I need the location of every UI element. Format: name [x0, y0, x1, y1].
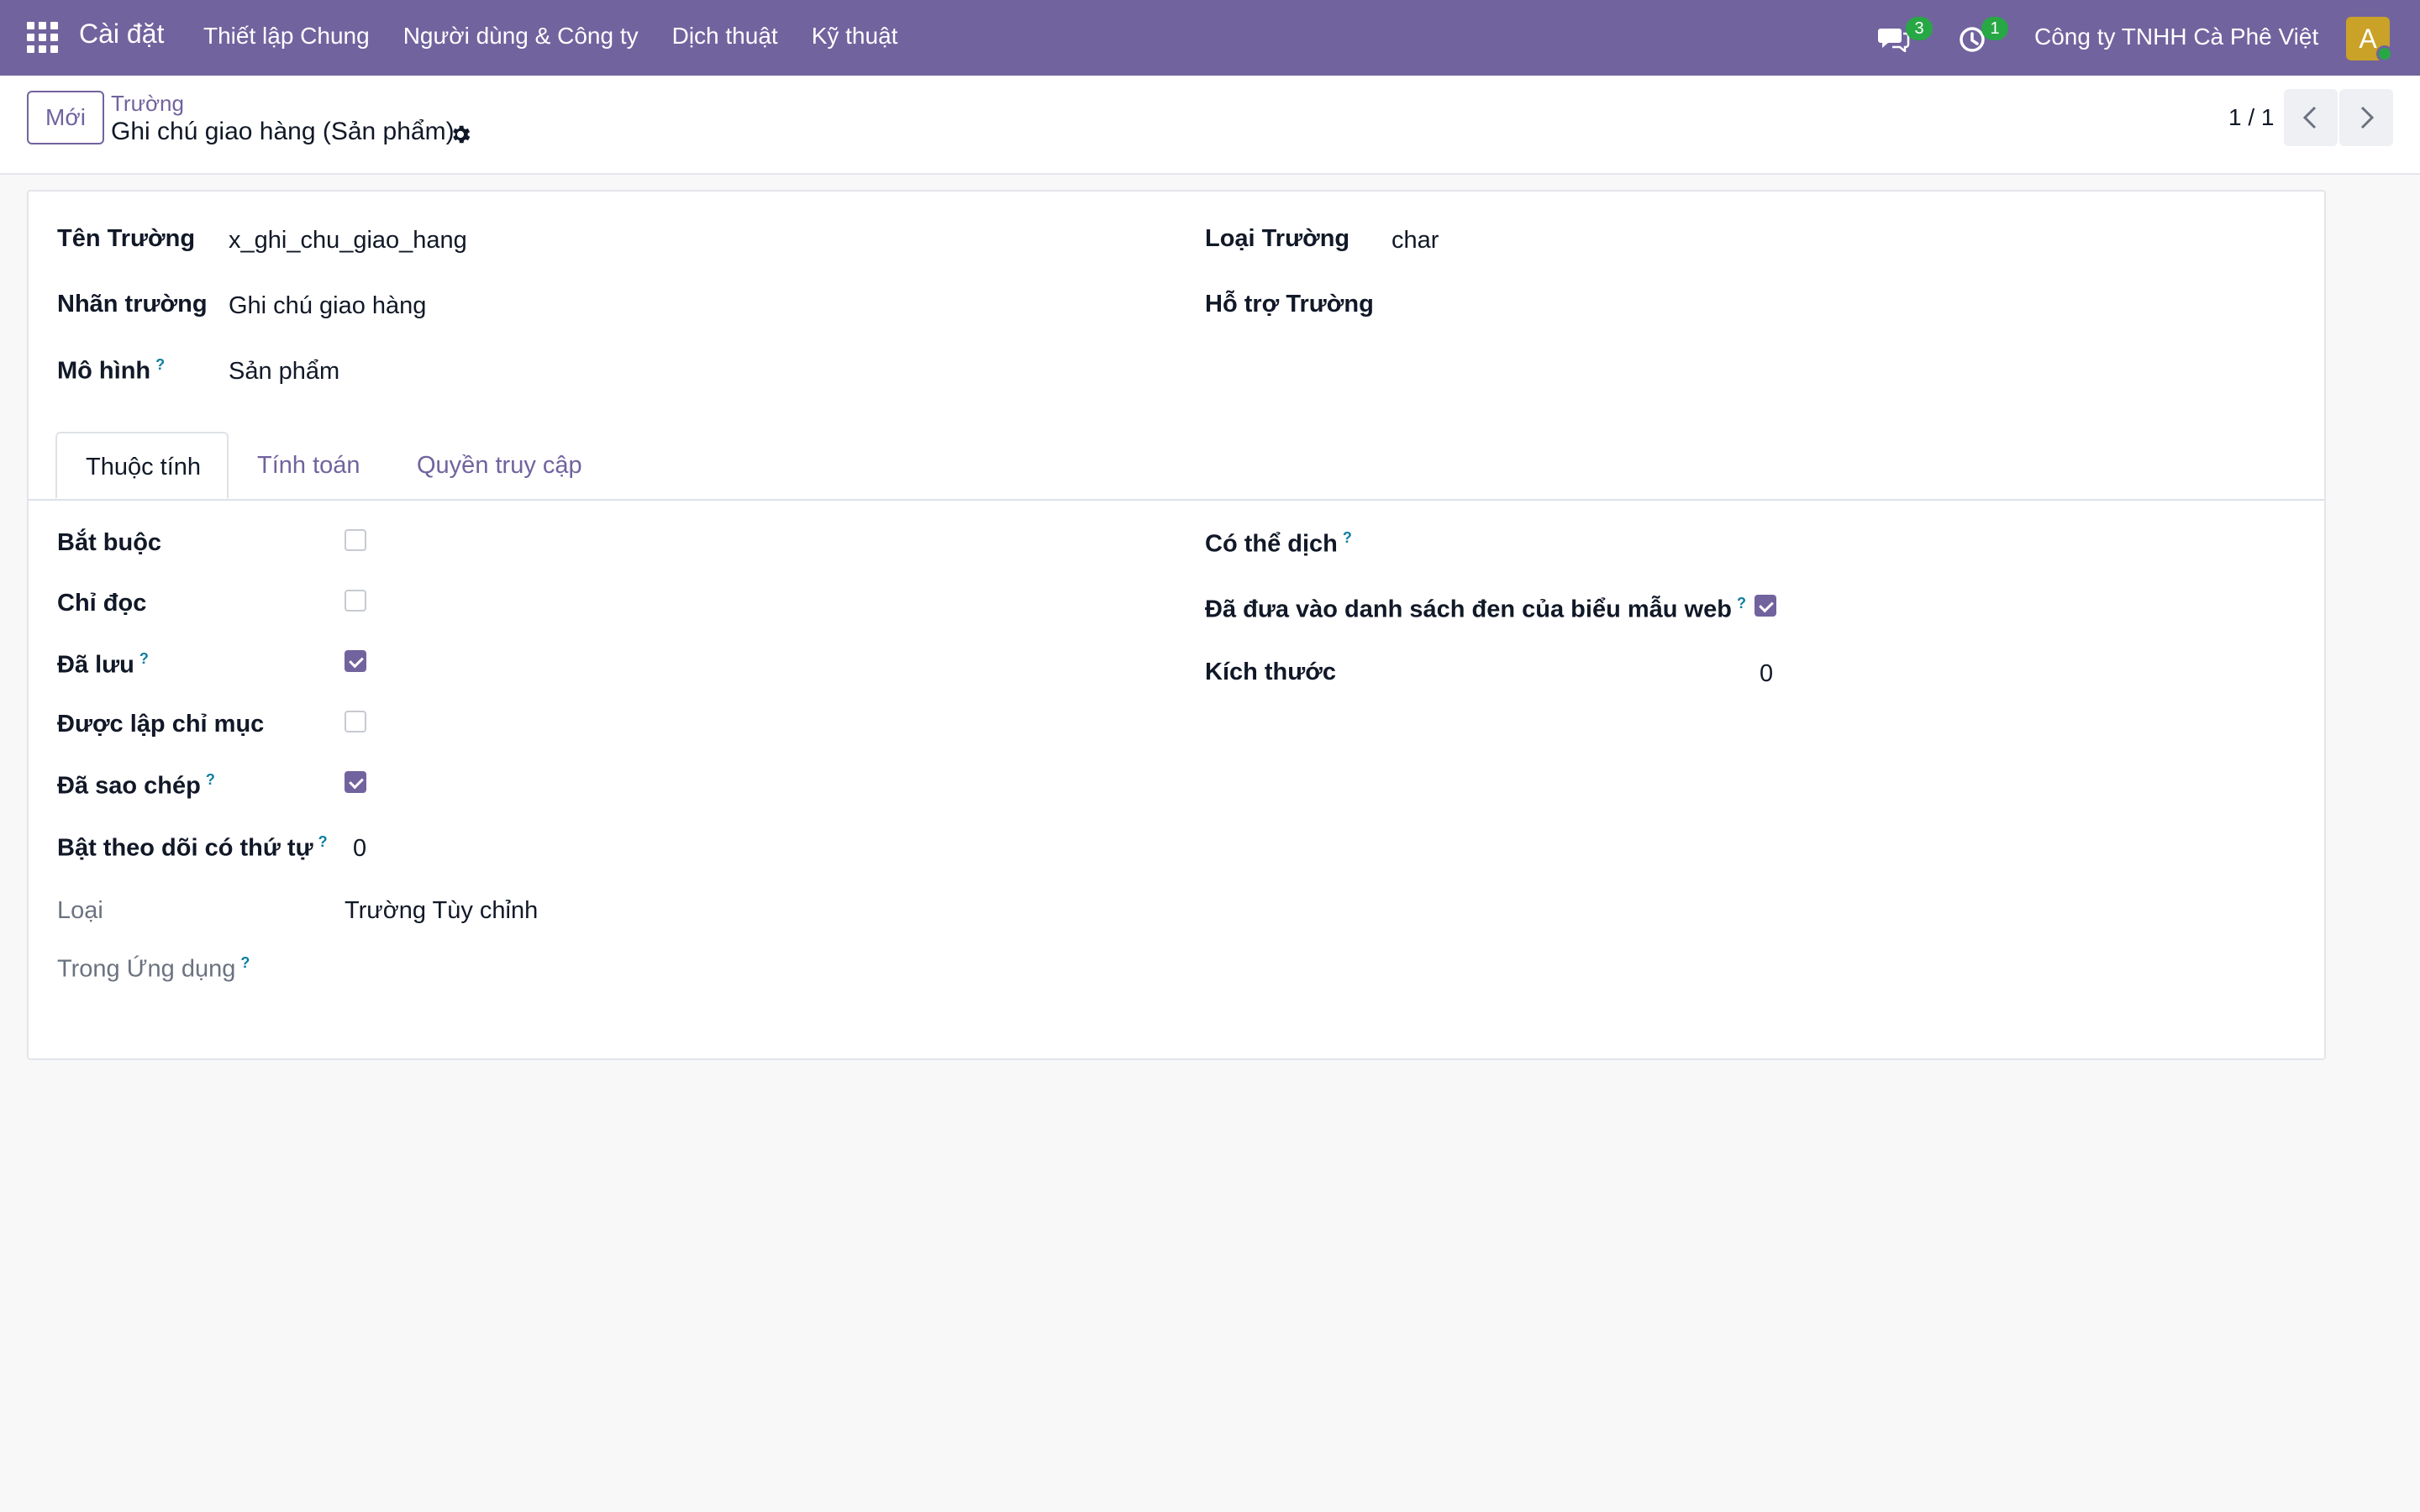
- blacklist-label: Đã đưa vào danh sách đen của biểu mẫu we…: [1205, 595, 1746, 624]
- translate-help-icon[interactable]: ?: [1343, 529, 1352, 546]
- copied-label-text: Đã sao chép: [57, 772, 201, 800]
- tab-computation[interactable]: Tính toán: [229, 432, 389, 499]
- field-label-label: Nhãn trường: [57, 291, 208, 318]
- field-name-value[interactable]: x_ghi_chu_giao_hang: [229, 227, 467, 255]
- pager-next-button[interactable]: [2339, 89, 2393, 146]
- in-apps-label-text: Trong Ứng dụng: [57, 955, 236, 983]
- field-label-value[interactable]: Ghi chú giao hàng: [229, 292, 426, 320]
- indexed-checkbox[interactable]: [345, 711, 366, 732]
- field-name-label: Tên Trường: [57, 225, 196, 252]
- field-type-label: Loại Trường: [1205, 225, 1350, 252]
- new-button[interactable]: Mới: [27, 91, 104, 144]
- readonly-checkbox[interactable]: [345, 590, 366, 612]
- blacklist-checkbox[interactable]: [1754, 595, 1776, 617]
- activities-count-badge: 1: [1981, 17, 2008, 40]
- required-checkbox[interactable]: [345, 529, 366, 551]
- blacklist-label-text: Đã đưa vào danh sách đen của biểu mẫu we…: [1205, 596, 1732, 623]
- field-help-label: Hỗ trợ Trường: [1205, 291, 1374, 318]
- model-help-icon[interactable]: ?: [155, 356, 165, 373]
- required-label: Bắt buộc: [57, 529, 162, 556]
- translate-label: Có thể dịch?: [1205, 529, 1352, 559]
- tracking-value[interactable]: 0: [353, 835, 366, 863]
- copied-checkbox[interactable]: [345, 771, 366, 793]
- size-value[interactable]: 0: [1760, 660, 1773, 688]
- indexed-label: Được lập chỉ mục: [57, 711, 265, 738]
- chevron-left-icon: [2302, 106, 2317, 129]
- notebook-tabs: Thuộc tính Tính toán Quyền truy cập: [29, 432, 2324, 501]
- tab-properties[interactable]: Thuộc tính: [55, 432, 229, 499]
- menu-technical[interactable]: Kỹ thuật: [812, 23, 898, 50]
- menu-general-settings[interactable]: Thiết lập Chung: [203, 23, 370, 50]
- copied-help-icon[interactable]: ?: [206, 771, 215, 788]
- menu-users-companies[interactable]: Người dùng & Công ty: [403, 23, 639, 50]
- stored-help-icon[interactable]: ?: [139, 650, 149, 667]
- pager-value[interactable]: 1 / 1: [2228, 104, 2274, 131]
- in-apps-label: Trong Ứng dụng?: [57, 954, 250, 984]
- online-status-dot: [2376, 45, 2393, 62]
- gear-icon[interactable]: [449, 123, 472, 146]
- model-label-text: Mô hình: [57, 357, 151, 385]
- copied-label: Đã sao chép?: [57, 771, 215, 801]
- app-title[interactable]: Cài đặt: [79, 18, 164, 50]
- menu-translations[interactable]: Dịch thuật: [672, 23, 778, 50]
- in-apps-help-icon[interactable]: ?: [240, 954, 250, 971]
- blacklist-help-icon[interactable]: ?: [1737, 595, 1746, 612]
- pager-previous-button[interactable]: [2284, 89, 2338, 146]
- messages-count-badge: 3: [1906, 17, 1933, 40]
- main-menu: Thiết lập Chung Người dùng & Công ty Dịc…: [203, 23, 931, 50]
- company-switcher[interactable]: Công ty TNHH Cà Phê Việt: [2034, 24, 2318, 50]
- type-value: Trường Tùy chỉnh: [345, 897, 539, 924]
- model-label: Mô hình?: [57, 356, 165, 386]
- tracking-help-icon[interactable]: ?: [318, 833, 328, 850]
- chevron-right-icon: [2360, 106, 2375, 129]
- stored-label: Đã lưu?: [57, 650, 149, 680]
- tab-access-rights[interactable]: Quyền truy cập: [388, 432, 611, 499]
- breadcrumb-parent[interactable]: Trường: [111, 91, 184, 117]
- type-label: Loại: [57, 897, 103, 924]
- readonly-label: Chỉ đọc: [57, 590, 147, 617]
- tracking-label-text: Bật theo dõi có thứ tự: [57, 834, 313, 862]
- size-label: Kích thước: [1205, 659, 1337, 685]
- stored-label-text: Đã lưu: [57, 651, 134, 679]
- breadcrumb-current: Ghi chú giao hàng (Sản phẩm): [111, 118, 455, 145]
- form-sheet: Tên Trường x_ghi_chu_giao_hang Nhãn trườ…: [27, 190, 2326, 1060]
- apps-grid-icon[interactable]: [27, 22, 59, 54]
- field-type-value[interactable]: char: [1392, 227, 1439, 255]
- translate-label-text: Có thể dịch: [1205, 530, 1338, 558]
- stored-checkbox[interactable]: [345, 650, 366, 672]
- top-navbar: Cài đặt Thiết lập Chung Người dùng & Côn…: [0, 0, 2420, 76]
- tracking-label: Bật theo dõi có thứ tự?: [57, 833, 328, 863]
- model-value[interactable]: Sản phẩm: [229, 358, 339, 386]
- control-panel: Mới Trường Ghi chú giao hàng (Sản phẩm) …: [0, 76, 2420, 175]
